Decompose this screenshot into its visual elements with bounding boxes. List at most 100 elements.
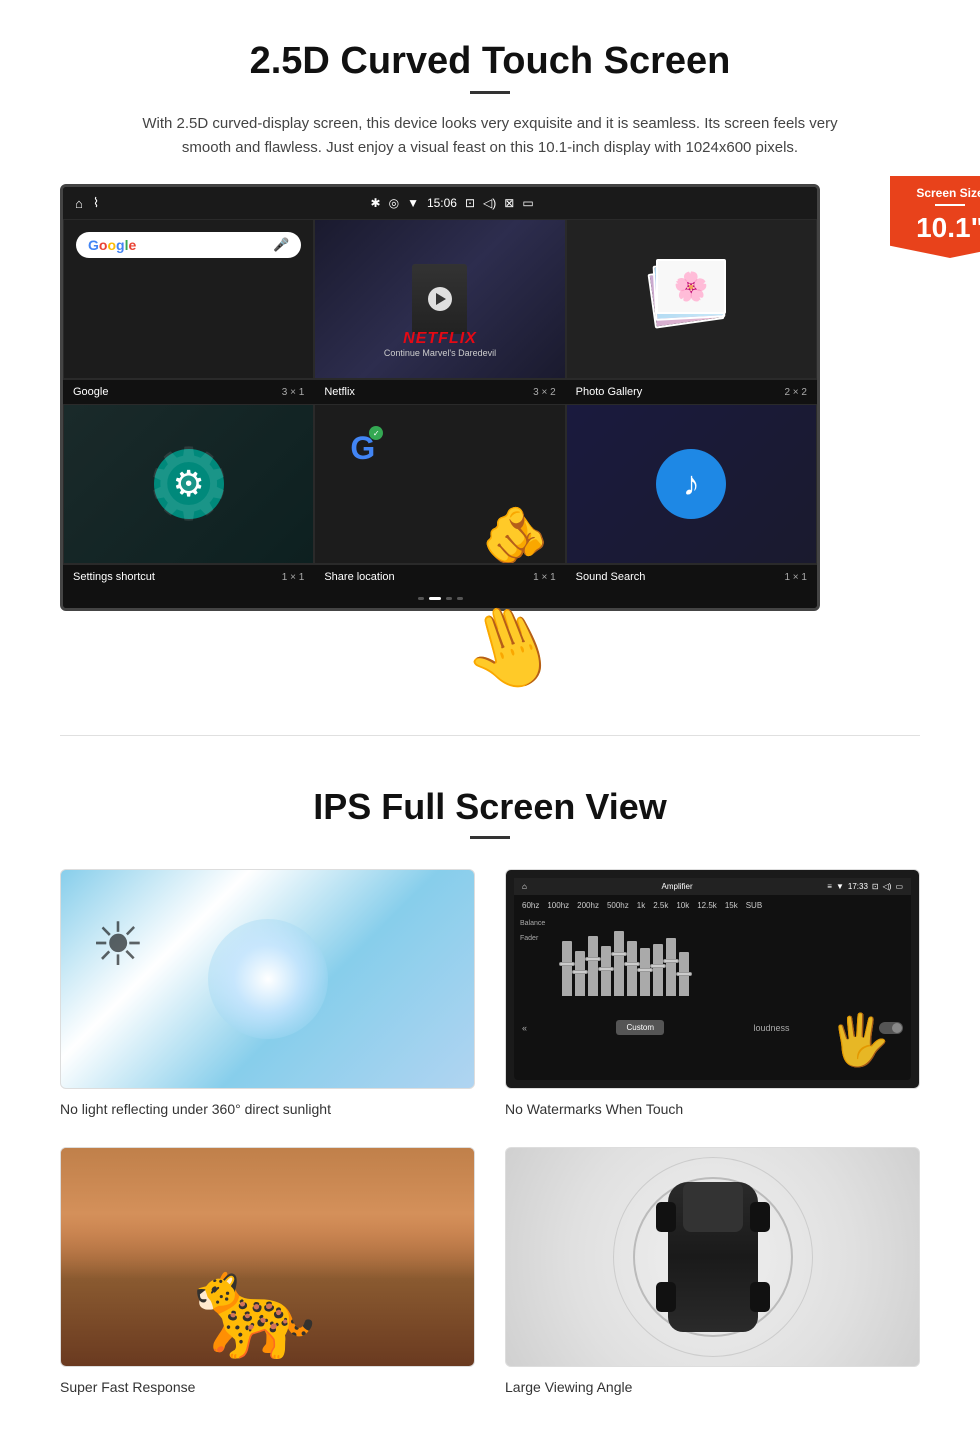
- photo-gallery-cell[interactable]: 🌸: [566, 219, 817, 379]
- amp-loudness-label: loudness: [753, 1023, 789, 1033]
- volume-icon: ◁): [483, 196, 496, 210]
- status-time: 15:06: [427, 196, 457, 210]
- amp-title: Amplifier: [662, 882, 693, 891]
- car-wheel-rl: [656, 1282, 676, 1312]
- cell-label-row-2: Settings shortcut 1 × 1 Share location 1…: [63, 564, 817, 589]
- amp-handle-10[interactable]: [676, 972, 692, 976]
- amp-fader-label: Fader: [520, 935, 548, 942]
- badge-label: Screen Size: [898, 186, 980, 200]
- bluetooth-icon: ✱: [371, 196, 381, 210]
- amplifier-image: ⌂ Amplifier ≡ ▼ 17:33 ⊡ ◁) ▭ 60hz100hz20…: [505, 869, 920, 1089]
- amp-handle-2[interactable]: [572, 970, 588, 974]
- home-icon[interactable]: ⌂: [75, 196, 83, 211]
- section2-underline: [470, 836, 510, 839]
- amp-status-icons: ≡ ▼ 17:33 ⊡ ◁) ▭: [827, 882, 903, 891]
- app-grid-top: Google 🎤: [63, 219, 817, 379]
- sunlight-image: ☀: [60, 869, 475, 1089]
- section2: IPS Full Screen View ☀ No light reflecti…: [0, 756, 980, 1435]
- car-top-view: [653, 1167, 773, 1347]
- car-caption: Large Viewing Angle: [505, 1379, 920, 1395]
- page-dot-3: [446, 597, 452, 600]
- play-triangle: [436, 293, 446, 305]
- netflix-label: NETFLIX Continue Marvel's Daredevil: [384, 330, 496, 358]
- feature-grid: ☀ No light reflecting under 360° direct …: [60, 869, 920, 1395]
- amp-bar-10: [679, 952, 689, 996]
- feature-amplifier: ⌂ Amplifier ≡ ▼ 17:33 ⊡ ◁) ▭ 60hz100hz20…: [505, 869, 920, 1117]
- amp-bar-2: [575, 951, 585, 996]
- sound-search-cell[interactable]: ♪: [566, 404, 817, 564]
- amp-bar-6: [627, 941, 637, 996]
- amp-handle-6[interactable]: [624, 962, 640, 966]
- hand-pointing-icon: 🫵: [481, 508, 549, 563]
- car-wheel-fl: [656, 1202, 676, 1232]
- share-location-cell[interactable]: G ✓ 🫵: [314, 404, 565, 564]
- signal-icon: ▭: [522, 196, 533, 210]
- google-app-cell[interactable]: Google 🎤: [63, 219, 314, 379]
- amp-custom-button[interactable]: Custom: [616, 1020, 664, 1035]
- screen-size-badge: Screen Size 10.1": [890, 176, 980, 258]
- settings-cell[interactable]: ⚙ ⚙: [63, 404, 314, 564]
- amp-nav-back[interactable]: «: [522, 1023, 527, 1033]
- sound-label-size: 1 × 1: [784, 572, 807, 583]
- status-center: ✱ ◎ ▼ 15:06 ⊡ ◁) ⊠ ▭: [371, 196, 534, 210]
- app-grid-bottom: ⚙ ⚙ G ✓: [63, 404, 817, 564]
- section2-title: IPS Full Screen View: [60, 786, 920, 828]
- amp-bar-9: [666, 938, 676, 996]
- amplifier-caption: No Watermarks When Touch: [505, 1101, 920, 1117]
- amp-screen: ⌂ Amplifier ≡ ▼ 17:33 ⊡ ◁) ▭ 60hz100hz20…: [514, 878, 911, 1080]
- amp-handle-8[interactable]: [650, 964, 666, 968]
- google-logo: Google: [88, 237, 136, 253]
- arm-hand-icon: 🤚: [447, 587, 573, 709]
- car-wheel-fr: [750, 1202, 770, 1232]
- hand-touch-icon: 🖐: [829, 1011, 891, 1070]
- netflix-app-cell[interactable]: NETFLIX Continue Marvel's Daredevil: [314, 219, 565, 379]
- google-search-bar[interactable]: Google 🎤: [76, 232, 301, 258]
- device-container: Screen Size 10.1" ⌂ ⌇ ✱ ◎ ▼ 15:06 ⊡ ◁): [60, 184, 920, 695]
- google-label: Google 3 × 1: [63, 386, 314, 398]
- share-label-name: Share location: [324, 571, 394, 583]
- car-diagram: [613, 1157, 813, 1357]
- car-windshield: [683, 1182, 743, 1232]
- netflix-label-size: 3 × 2: [533, 387, 556, 398]
- feature-cheetah: 🐆 Super Fast Response: [60, 1147, 475, 1395]
- amp-handle-4[interactable]: [598, 967, 614, 971]
- cheetah-image: 🐆: [60, 1147, 475, 1367]
- amp-handle-5[interactable]: [611, 952, 627, 956]
- amp-handle-3[interactable]: [585, 957, 601, 961]
- sound-label-name: Sound Search: [576, 571, 646, 583]
- amp-handle-7[interactable]: [637, 968, 653, 972]
- play-button[interactable]: [428, 287, 452, 311]
- cell-label-row-1: Google 3 × 1 Netflix 3 × 2 Photo Gallery…: [63, 379, 817, 404]
- share-label: Share location 1 × 1: [314, 571, 565, 583]
- amp-balance-label: Balance: [520, 920, 548, 927]
- amp-handle-1[interactable]: [559, 962, 575, 966]
- sky-gradient: [61, 1148, 474, 1279]
- amp-loudness-toggle[interactable]: [879, 1022, 903, 1034]
- car-top-image: [505, 1147, 920, 1367]
- battery-icon: ⊠: [504, 196, 514, 210]
- amp-handle-9[interactable]: [663, 959, 679, 963]
- ghost-gear-icon: ⚙: [144, 426, 234, 543]
- music-icon-circle: ♪: [656, 449, 726, 519]
- badge-size: 10.1": [916, 212, 980, 243]
- sound-label: Sound Search 1 × 1: [566, 571, 817, 583]
- amp-bar-5: [614, 931, 624, 996]
- android-screen: ⌂ ⌇ ✱ ◎ ▼ 15:06 ⊡ ◁) ⊠ ▭: [60, 184, 820, 611]
- photo-label-size: 2 × 2: [784, 387, 807, 398]
- sunlight-caption: No light reflecting under 360° direct su…: [60, 1101, 475, 1117]
- settings-label-size: 1 × 1: [282, 572, 305, 583]
- status-left: ⌂ ⌇: [75, 195, 99, 211]
- location-icon: ◎: [389, 196, 399, 210]
- netflix-label-name: Netflix: [324, 386, 355, 398]
- amp-time: 17:33: [848, 882, 868, 891]
- car-wheel-rr: [750, 1282, 770, 1312]
- amp-bar-4: [601, 946, 611, 996]
- status-bar: ⌂ ⌇ ✱ ◎ ▼ 15:06 ⊡ ◁) ⊠ ▭: [63, 187, 817, 219]
- amp-header: ⌂ Amplifier ≡ ▼ 17:33 ⊡ ◁) ▭: [514, 878, 911, 895]
- settings-label: Settings shortcut 1 × 1: [63, 571, 314, 583]
- share-label-size: 1 × 1: [533, 572, 556, 583]
- microphone-icon[interactable]: 🎤: [273, 237, 289, 253]
- amp-home-icon: ⌂: [522, 882, 527, 891]
- cheetah-caption: Super Fast Response: [60, 1379, 475, 1395]
- page-dot-1: [418, 597, 424, 600]
